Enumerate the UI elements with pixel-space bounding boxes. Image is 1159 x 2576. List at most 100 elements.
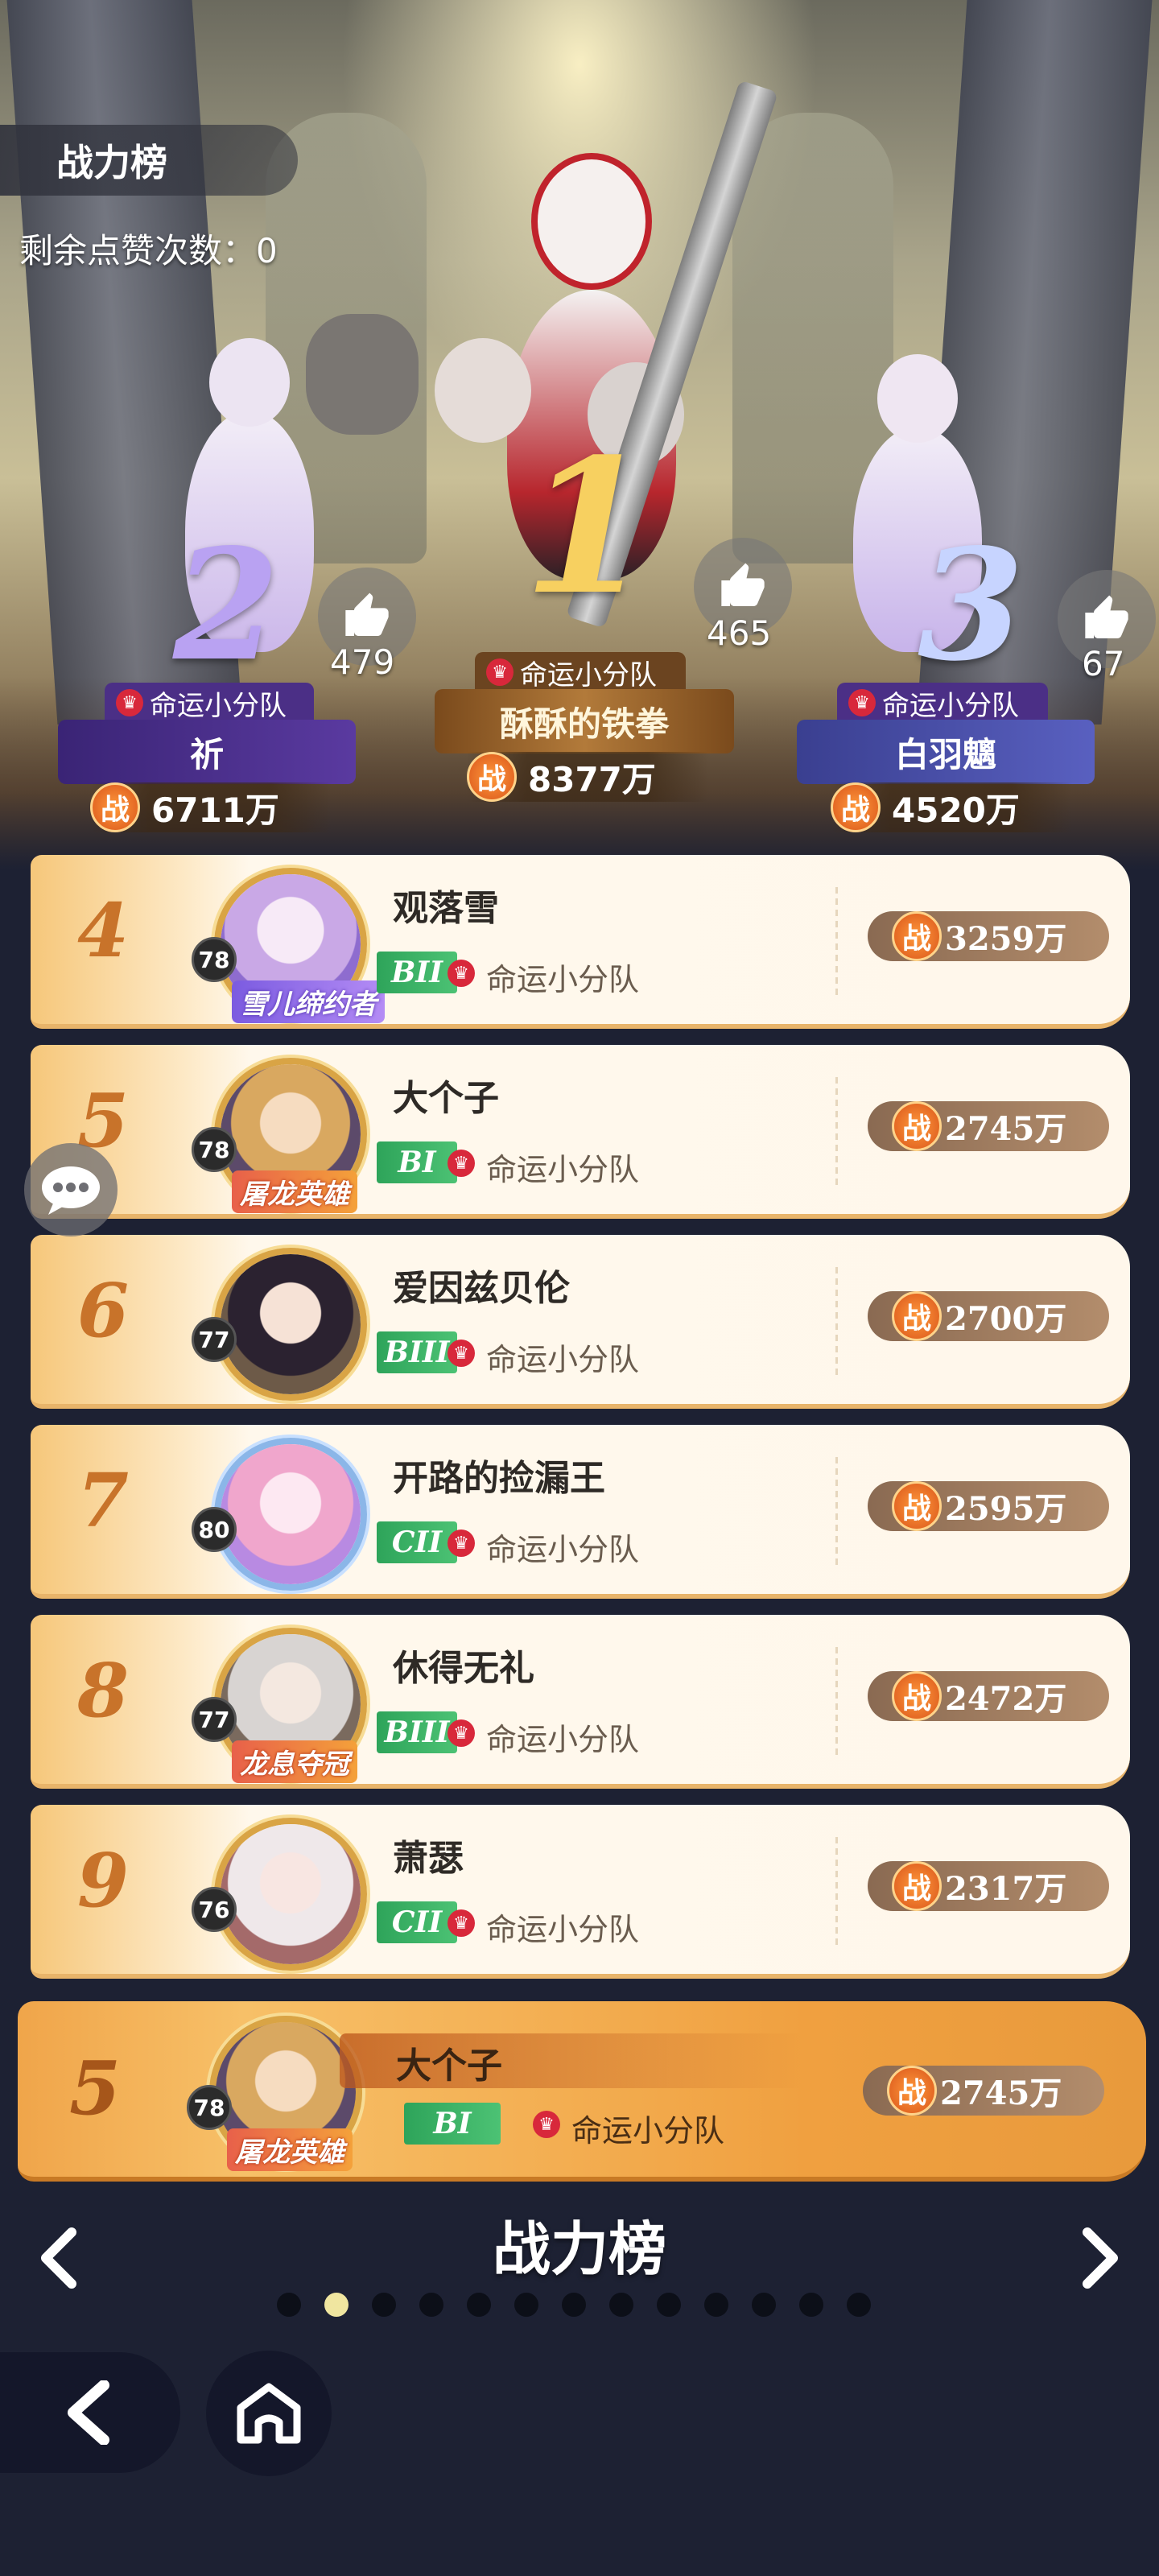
page-dot[interactable] — [562, 2293, 586, 2317]
podium-rank-3-guild: ♛ 命运小分队 — [837, 683, 1048, 723]
tier-badge: BIII — [377, 1331, 457, 1373]
thumbs-up-icon — [345, 592, 389, 636]
level-badge: 77 — [192, 1317, 237, 1362]
rank-number: 7 — [76, 1457, 129, 1544]
title-badge: 屠龙英雄 — [232, 1170, 357, 1213]
guild-name: 命运小分队 — [486, 1532, 640, 1567]
power-icon: 战 — [887, 2066, 937, 2116]
power-icon: 战 — [831, 782, 881, 832]
power-value: 2745万 — [945, 1110, 1067, 1148]
power-icon: 战 — [892, 1671, 942, 1721]
power-icon: 战 — [90, 782, 140, 832]
page-indicator — [277, 2293, 871, 2317]
power-value: 2700万 — [945, 1300, 1067, 1338]
guild-name: 命运小分队 — [486, 1912, 640, 1947]
podium-rank-2-guild: ♛ 命运小分队 — [105, 683, 314, 723]
guild-name: 命运小分队 — [571, 2113, 725, 2149]
back-button[interactable] — [0, 2352, 180, 2473]
avatar[interactable]: 77 — [192, 1243, 377, 1404]
avatar-frame — [214, 1248, 367, 1401]
level-badge: 76 — [192, 1887, 237, 1932]
avatar-frame — [214, 1438, 367, 1591]
level-badge: 80 — [192, 1507, 237, 1552]
avatar-image — [221, 1824, 361, 1964]
power-pill: 战 2317万 — [868, 1861, 1109, 1911]
title-badge: 屠龙英雄 — [227, 2128, 353, 2171]
guild-name: 命运小分队 — [882, 689, 1019, 722]
power-value: 3259万 — [945, 920, 1067, 958]
chat-bubble-icon — [42, 1166, 100, 1215]
divider — [835, 1837, 838, 1950]
page-dot[interactable] — [467, 2293, 491, 2317]
player-name: 开路的捡漏王 — [393, 1458, 605, 1499]
thumbs-up-icon — [721, 563, 765, 606]
crown-icon: ♛ — [486, 658, 514, 686]
crown-icon: ♛ — [448, 1530, 475, 1557]
divider — [835, 1267, 838, 1380]
page-dot[interactable] — [847, 2293, 871, 2317]
avatar[interactable]: 80 — [192, 1433, 377, 1594]
avatar-image — [221, 1254, 361, 1394]
power-value: 2472万 — [945, 1680, 1067, 1718]
tier-badge: CII — [377, 1901, 457, 1943]
page-dot[interactable] — [324, 2293, 349, 2317]
power-icon: 战 — [892, 1481, 942, 1531]
page-dot[interactable] — [657, 2293, 681, 2317]
player-name: 萧瑟 — [393, 1838, 464, 1879]
podium-rank-3-name: 白羽魑 — [797, 720, 1095, 784]
home-button[interactable] — [206, 2351, 332, 2476]
ranking-list[interactable]: 4 78 雪儿缔约者 观落雪 BII ♛ 命运小分队 战 3259万 5 78 … — [31, 855, 1130, 1995]
podium-rank-2-like-count: 479 — [330, 642, 395, 682]
podium-rank-1-like-count: 465 — [707, 613, 772, 653]
page-dot[interactable] — [419, 2293, 443, 2317]
power-value: 2317万 — [945, 1870, 1067, 1908]
podium-rank-3-like-count: 67 — [1082, 644, 1125, 683]
avatar[interactable]: 78 雪儿缔约者 — [192, 863, 385, 1024]
page-dot[interactable] — [752, 2293, 776, 2317]
list-item[interactable]: 8 77 龙息夺冠 休得无礼 BIII ♛ 命运小分队 战 2472万 — [31, 1615, 1130, 1789]
power-value: 8377万 — [528, 759, 656, 799]
page-dot[interactable] — [799, 2293, 823, 2317]
player-name: 观落雪 — [393, 888, 499, 929]
tier-badge: CII — [377, 1521, 457, 1563]
rank-number: 5 — [68, 2045, 121, 2132]
list-item[interactable]: 4 78 雪儿缔约者 观落雪 BII ♛ 命运小分队 战 3259万 — [31, 855, 1130, 1029]
list-item[interactable]: 7 80 开路的捡漏王 CII ♛ 命运小分队 战 2595万 — [31, 1425, 1130, 1599]
power-value: 6711万 — [151, 790, 279, 830]
page-dot[interactable] — [514, 2293, 538, 2317]
rank-number: 9 — [76, 1837, 129, 1924]
power-icon: 战 — [892, 1291, 942, 1341]
level-badge: 77 — [192, 1697, 237, 1742]
avatar[interactable]: 78 屠龙英雄 — [192, 1053, 377, 1214]
guild-name: 命运小分队 — [486, 1722, 640, 1757]
avatar-image — [221, 1444, 361, 1584]
my-ranking-row[interactable]: 5 78 屠龙英雄 大个子 BI ♛ 命运小分队 战 2745万 — [18, 2001, 1146, 2182]
page-dot[interactable] — [277, 2293, 301, 2317]
board-title: 战力榜 — [492, 2215, 666, 2283]
divider — [835, 1457, 838, 1570]
power-value: 4520万 — [892, 790, 1020, 830]
player-name: 大个子 — [396, 2046, 502, 2087]
avatar[interactable]: 77 龙息夺冠 — [192, 1623, 377, 1784]
crown-icon: ♛ — [448, 1150, 475, 1177]
tier-badge: BI — [404, 2103, 501, 2145]
back-arrow-icon — [68, 2380, 109, 2445]
divider — [835, 1077, 838, 1190]
chat-button[interactable] — [24, 1143, 118, 1236]
list-item[interactable]: 5 78 屠龙英雄 大个子 BI ♛ 命运小分队 战 2745万 — [31, 1045, 1130, 1219]
podium-rank-1-power: 战 8377万 — [467, 752, 708, 802]
player-name: 大个子 — [393, 1078, 499, 1119]
page-dot[interactable] — [609, 2293, 633, 2317]
list-item[interactable]: 6 77 爱因兹贝伦 BIII ♛ 命运小分队 战 2700万 — [31, 1235, 1130, 1409]
power-pill: 战 2472万 — [868, 1671, 1109, 1721]
avatar[interactable]: 76 — [192, 1813, 377, 1974]
power-pill: 战 3259万 — [868, 911, 1109, 961]
page-dot[interactable] — [704, 2293, 728, 2317]
crown-icon: ♛ — [848, 689, 876, 716]
list-item[interactable]: 9 76 萧瑟 CII ♛ 命运小分队 战 2317万 — [31, 1805, 1130, 1979]
tier-badge: BI — [377, 1141, 457, 1183]
page-dot[interactable] — [372, 2293, 396, 2317]
podium-rank-2-power: 战 6711万 — [90, 782, 332, 832]
next-board-button[interactable] — [1070, 2218, 1127, 2298]
guild-name: 命运小分队 — [520, 658, 657, 691]
